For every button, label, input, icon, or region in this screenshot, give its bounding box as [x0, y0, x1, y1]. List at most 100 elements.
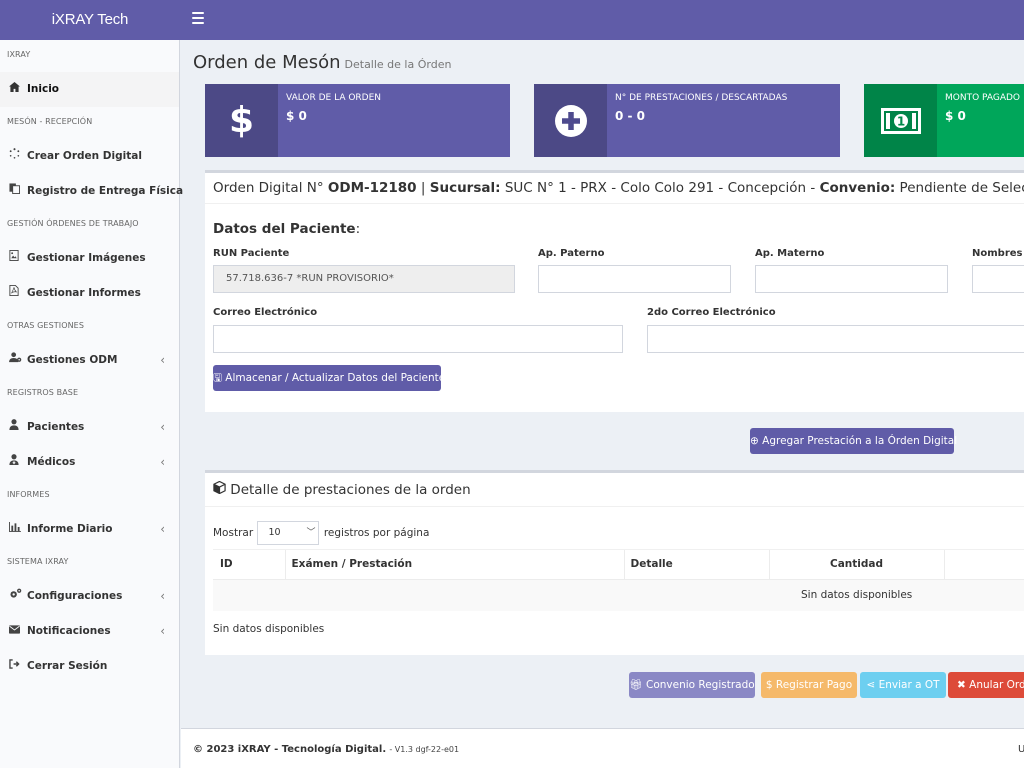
sidebar-header-meson: MESÓN - RECEPCIÓN: [7, 117, 93, 126]
save-patient-button[interactable]: 🖫 Almacenar / Actualizar Datos del Pacie…: [213, 365, 445, 391]
user-md-icon: [9, 445, 27, 480]
sidebar-item-gestionar-informes[interactable]: Gestionar Informes: [0, 276, 179, 311]
chevron-left-icon: ‹: [160, 353, 165, 367]
col-cantidad[interactable]: Cantidad: [769, 550, 945, 579]
registrar-pago-button[interactable]: $ Registrar Pago: [761, 672, 857, 698]
dollar-icon: $: [205, 84, 278, 157]
chevron-down-icon: ﹀: [306, 528, 316, 538]
sidebar-header-sistema: SISTEMA iXRAY: [7, 557, 69, 566]
sidebar-item-label: Inicio: [27, 83, 60, 95]
copy-icon: [9, 174, 27, 209]
email-input[interactable]: [213, 325, 623, 353]
page-size-select[interactable]: 10 ﹀: [257, 521, 320, 545]
sidebar-item-label: Configuraciones: [27, 590, 123, 602]
top-navbar: iXRAY Tech: [0, 0, 1024, 40]
sidebar-item-gestiones-odm[interactable]: Gestiones ODM ‹: [0, 343, 179, 378]
cube-icon: [213, 480, 226, 498]
sidebar-item-cerrar-sesion[interactable]: Cerrar Sesión: [0, 649, 179, 684]
email2-input[interactable]: [647, 325, 1024, 353]
sucursal-value: SUC N° 1 - PRX - Colo Colo 291 - Concepc…: [504, 180, 816, 196]
infobox-valor-orden: $ VALOR DE LA ORDEN $ 0: [205, 84, 510, 157]
bar-chart-icon: [9, 512, 27, 547]
chevron-left-icon: ‹: [160, 455, 165, 469]
chevron-left-icon: ‹: [160, 522, 165, 536]
col-id[interactable]: ID: [213, 550, 286, 579]
sign-out-icon: [9, 649, 27, 684]
paterno-label: Ap. Paterno: [538, 248, 605, 259]
paterno-input[interactable]: [538, 265, 731, 293]
convenio-registrado-button[interactable]: 🎁︎ Convenio Registrado: [629, 672, 755, 698]
share-icon: ⋖: [866, 679, 876, 691]
page-title: Orden de Mesón Detalle de la Órden: [193, 52, 452, 73]
sidebar-item-gestionar-imagenes[interactable]: Gestionar Imágenes: [0, 241, 179, 276]
patient-heading: Datos del Paciente:: [213, 221, 361, 237]
spinner-icon: [9, 139, 27, 174]
materno-label: Ap. Materno: [755, 248, 825, 259]
infobox-monto-pagado: 1 MONTO PAGADO $ 0: [864, 84, 1024, 157]
empty-row: Sin datos disponibles: [801, 589, 913, 602]
col-detalle[interactable]: Detalle: [624, 550, 770, 579]
sidebar-item-configuraciones[interactable]: Configuraciones ‹: [0, 579, 179, 614]
footer-right-text: U: [1018, 744, 1024, 755]
anular-orden-button[interactable]: ✖ Anular Orden: [948, 672, 1024, 698]
footer: © 2023 iXRAY - Tecnología Digital. - V1.…: [181, 728, 1024, 768]
run-label: RUN Paciente: [213, 248, 290, 259]
detail-panel: Detalle de prestaciones de la orden Most…: [205, 470, 1024, 655]
plus-circle-icon: ⊕: [750, 435, 759, 447]
sidebar-item-crear-orden[interactable]: Crear Orden Digital: [0, 139, 179, 174]
home-icon: [9, 72, 27, 107]
svg-text:1: 1: [896, 114, 904, 128]
order-header: Orden Digital N° ODM-12180 | Sucursal: S…: [213, 180, 1024, 196]
enviar-ot-button[interactable]: ⋖ Enviar a OT: [860, 672, 946, 698]
brand-logo[interactable]: iXRAY Tech: [0, 0, 180, 40]
sidebar-item-pacientes[interactable]: Pacientes ‹: [0, 410, 179, 445]
sidebar-item-notificaciones[interactable]: Notificaciones ‹: [0, 614, 179, 649]
user-icon: [9, 410, 27, 445]
sidebar-header-ixray: iXRAY: [7, 50, 31, 59]
chevron-left-icon: ‹: [160, 420, 165, 434]
order-number: ODM-12180: [327, 180, 417, 196]
materno-input[interactable]: [755, 265, 948, 293]
infobox-prestaciones: N° DE PRESTACIONES / DESCARTADAS 0 - 0: [534, 84, 840, 157]
sidebar-item-label: Cerrar Sesión: [27, 660, 108, 672]
add-prestacion-button[interactable]: ⊕ Agregar Prestación a la Órden Digital: [750, 428, 957, 454]
email-label: Correo Electrónico: [213, 307, 318, 318]
sidebar-item-medicos[interactable]: Médicos ‹: [0, 445, 179, 480]
footer-copyright: © 2023 iXRAY - Tecnología Digital.: [193, 744, 387, 755]
col-examen[interactable]: Exámen / Prestación: [285, 550, 625, 579]
sidebar-item-label: Registro de Entrega Física: [27, 185, 184, 197]
sidebar-item-registro-entrega[interactable]: Registro de Entrega Física: [0, 174, 183, 209]
sidebar-toggle-icon[interactable]: [192, 12, 204, 24]
sidebar-item-label: Gestiones ODM: [27, 354, 118, 366]
page-size-control: Mostrar 10 ﹀ registros por página: [213, 521, 429, 545]
sidebar-item-label: Médicos: [27, 456, 76, 468]
patient-panel: Orden Digital N° ODM-12180 | Sucursal: S…: [205, 170, 1024, 412]
sidebar-item-inicio[interactable]: Inicio: [0, 72, 179, 107]
sidebar-item-label: Notificaciones: [27, 625, 111, 637]
sidebar-item-label: Gestionar Imágenes: [27, 252, 146, 264]
sidebar-item-label: Crear Orden Digital: [27, 150, 142, 162]
gift-icon: 🎁︎: [629, 679, 643, 691]
floppy-disk-icon: 🖫: [213, 372, 222, 384]
email2-label: 2do Correo Electrónico: [647, 307, 776, 318]
detail-title: Detalle de prestaciones de la orden: [213, 480, 471, 498]
sidebar-header-informes: INFORMES: [7, 490, 50, 499]
main-content: Orden de Mesón Detalle de la Órden $ VALO…: [181, 40, 1024, 728]
sidebar: iXRAY Inicio MESÓN - RECEPCIÓN Crear Ord…: [0, 40, 183, 768]
close-icon: ✖: [957, 679, 966, 691]
chevron-left-icon: ‹: [160, 624, 165, 638]
table-info: Sin datos disponibles: [213, 623, 325, 635]
sidebar-item-label: Informe Diario: [27, 523, 113, 535]
run-input[interactable]: 57.718.636-7 *RUN PROVISORIO*: [213, 265, 515, 293]
sidebar-header-otras: OTRAS GESTIONES: [7, 321, 85, 330]
sidebar-header-registros: REGISTROS BASE: [7, 388, 79, 397]
prestaciones-table: ID Exámen / Prestación Detalle Cantidad …: [213, 550, 1024, 611]
cogs-icon: [9, 579, 27, 614]
sidebar-item-label: Gestionar Informes: [27, 287, 141, 299]
envelope-icon: [9, 614, 27, 649]
footer-version: - V1.3 dgf-22-e01: [389, 745, 460, 754]
sidebar-item-informe-diario[interactable]: Informe Diario ‹: [0, 512, 179, 547]
users-cog-icon: [9, 343, 27, 378]
nombres-input[interactable]: [972, 265, 1024, 293]
chevron-left-icon: ‹: [160, 589, 165, 603]
